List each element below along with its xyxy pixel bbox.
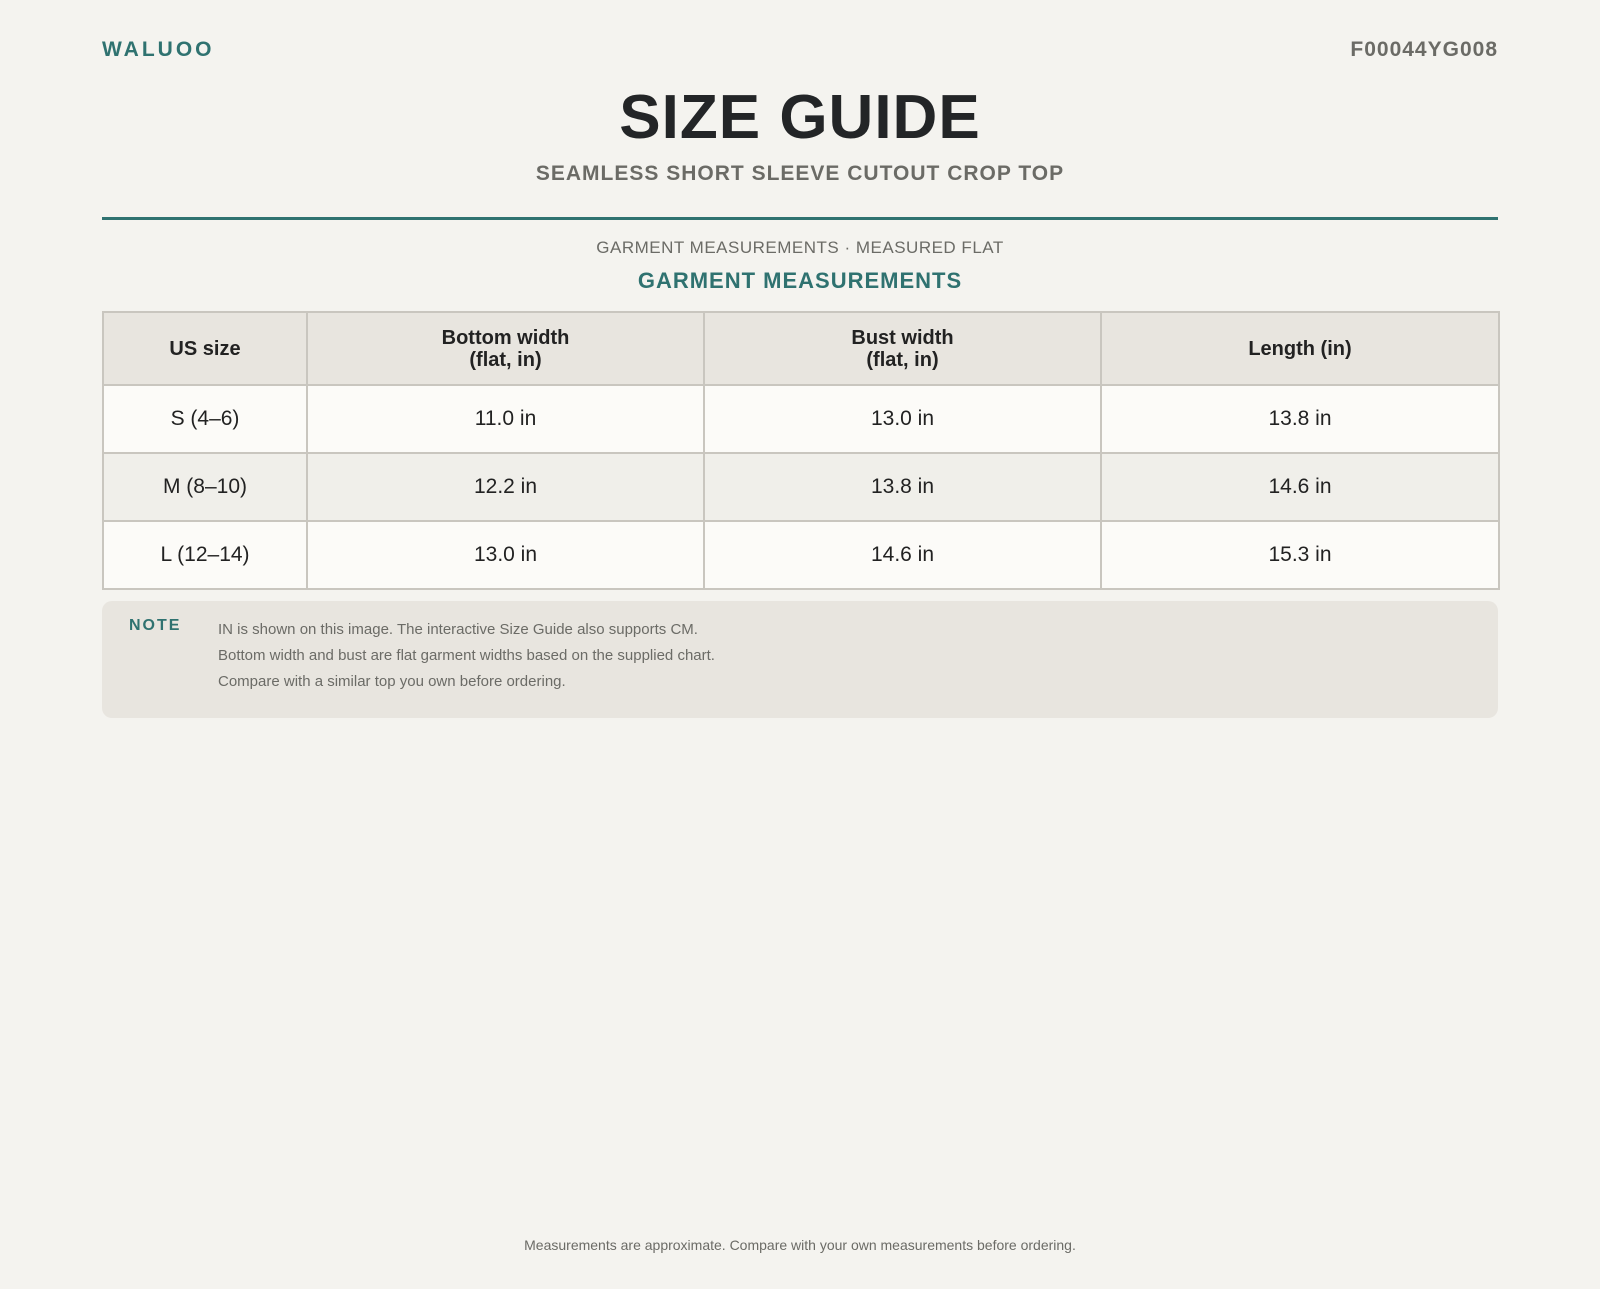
table-row: L (12–14) 13.0 in 14.6 in 15.3 in: [102, 520, 1500, 590]
brand-logo: WALUOO: [102, 38, 215, 61]
length-cell: 14.6 in: [1100, 452, 1500, 522]
product-sku: F00044YG008: [1350, 38, 1498, 61]
section-caption: GARMENT MEASUREMENTS · MEASURED FLAT: [596, 238, 1004, 257]
bust-width-cell: 13.0 in: [703, 384, 1102, 454]
page-title: SIZE GUIDE: [619, 83, 981, 152]
product-name: SEAMLESS SHORT SLEEVE CUTOUT CROP TOP: [535, 162, 1065, 185]
table-header-row: US size Bottom width (flat, in) Bust wid…: [102, 311, 1500, 386]
column-header-bust-width: Bust width (flat, in): [703, 311, 1102, 386]
column-header-length: Length (in): [1100, 311, 1500, 386]
note-box: NOTE IN is shown on this image. The inte…: [102, 601, 1498, 718]
size-cell: L (12–14): [102, 520, 308, 590]
bottom-width-cell: 12.2 in: [306, 452, 705, 522]
size-cell: M (8–10): [102, 452, 308, 522]
size-cell: S (4–6): [102, 384, 308, 454]
column-header-us-size: US size: [102, 311, 308, 386]
column-header-label: Bust width: [851, 326, 954, 349]
column-header-sublabel: (flat, in): [866, 348, 939, 371]
bottom-width-cell: 13.0 in: [306, 520, 705, 590]
bottom-width-cell: 11.0 in: [306, 384, 705, 454]
note-line: Compare with a similar top you own befor…: [218, 673, 566, 690]
column-header-label: US size: [169, 337, 241, 360]
size-table: US size Bottom width (flat, in) Bust wid…: [102, 311, 1500, 590]
column-header-label: Bottom width: [441, 326, 570, 349]
column-header-bottom-width: Bottom width (flat, in): [306, 311, 705, 386]
column-header-label: Length (in): [1248, 337, 1352, 360]
bust-width-cell: 13.8 in: [703, 452, 1102, 522]
table-row: M (8–10) 12.2 in 13.8 in 14.6 in: [102, 452, 1500, 522]
header-divider: [102, 217, 1498, 220]
section-title: GARMENT MEASUREMENTS: [637, 268, 963, 293]
footer-disclaimer: Measurements are approximate. Compare wi…: [524, 1237, 1076, 1253]
note-line: IN is shown on this image. The interacti…: [218, 621, 698, 638]
length-cell: 13.8 in: [1100, 384, 1500, 454]
note-text: IN is shown on this image. The interacti…: [218, 617, 715, 695]
length-cell: 15.3 in: [1100, 520, 1500, 590]
column-header-sublabel: (flat, in): [469, 348, 542, 371]
note-line: Bottom width and bust are flat garment w…: [218, 647, 715, 664]
page-header: WALUOO F00044YG008: [102, 38, 1498, 68]
size-guide-page: WALUOO F00044YG008 SIZE GUIDE SEAMLESS S…: [102, 0, 1500, 1289]
note-label: NOTE: [129, 617, 182, 634]
table-row: S (4–6) 11.0 in 13.0 in 13.8 in: [102, 384, 1500, 454]
bust-width-cell: 14.6 in: [703, 520, 1102, 590]
